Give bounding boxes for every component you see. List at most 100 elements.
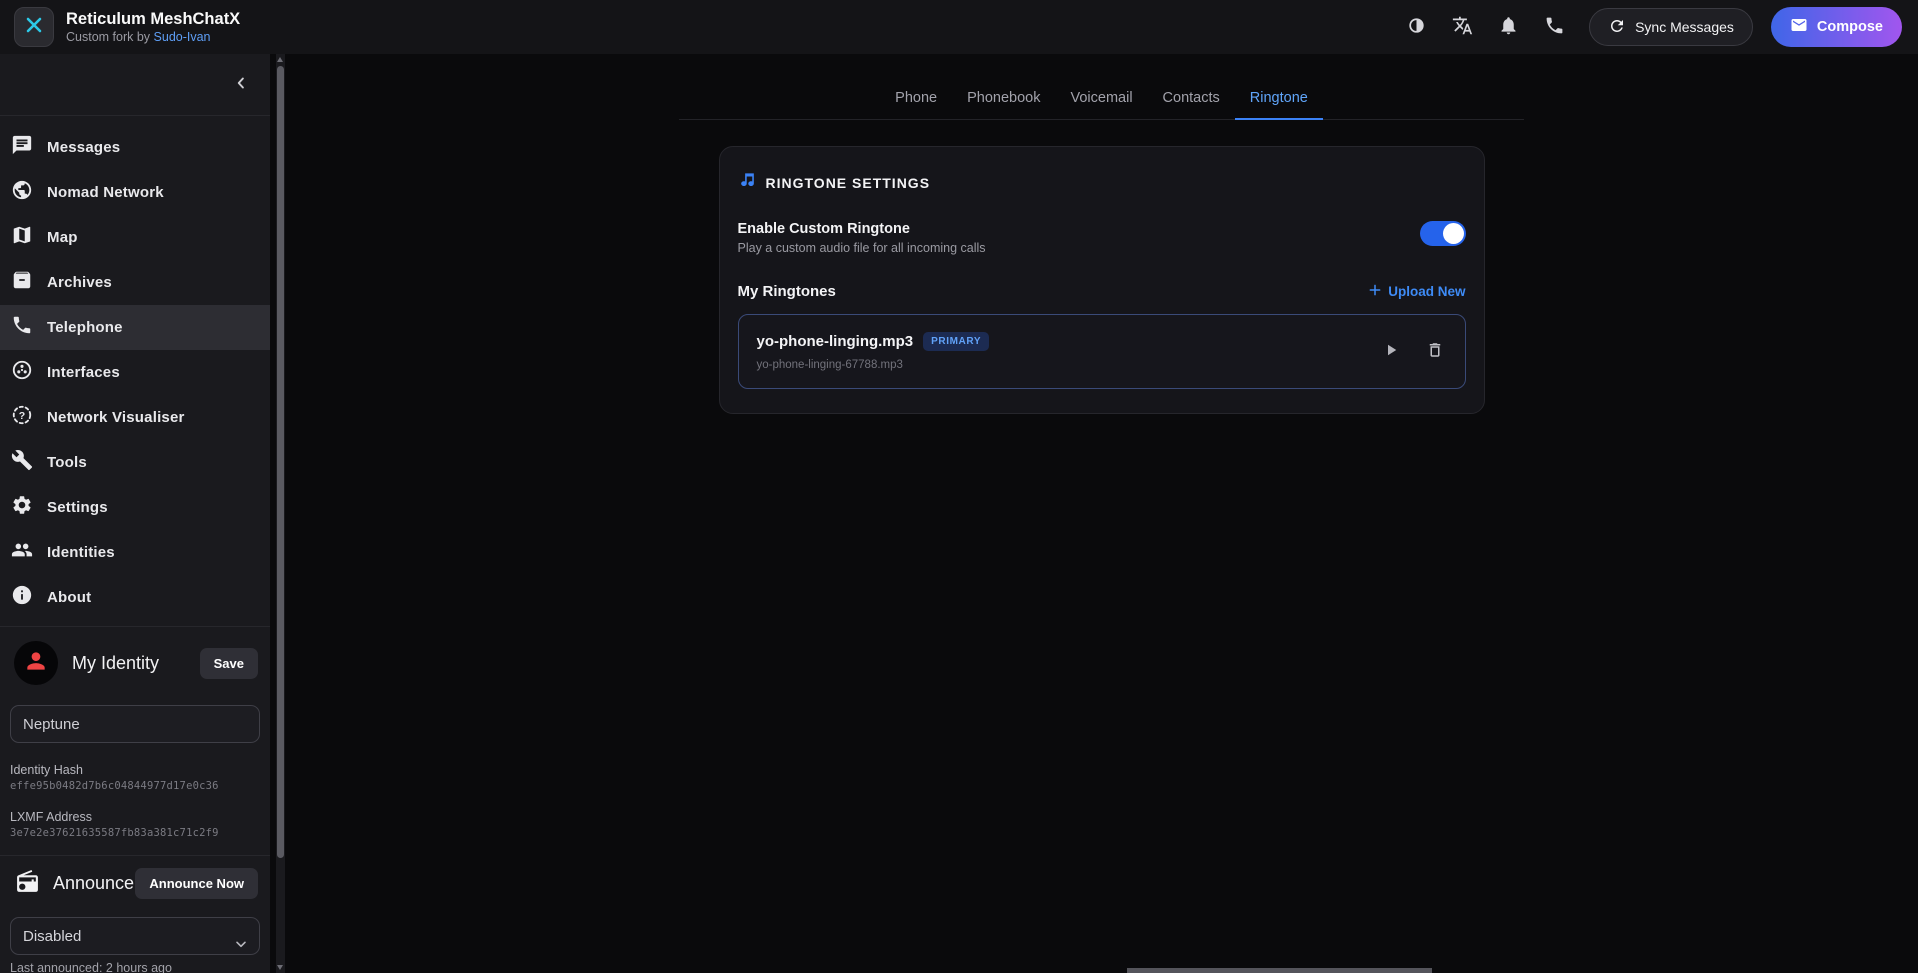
- sync-messages-button[interactable]: Sync Messages: [1589, 8, 1753, 46]
- archive-icon: [11, 269, 33, 296]
- ringtone-settings-card: RINGTONE SETTINGS Enable Custom Ringtone…: [719, 146, 1485, 414]
- phone-icon: [1544, 15, 1565, 39]
- sidebar: Messages Nomad Network Map Archives Tele…: [0, 54, 270, 973]
- lxmf-address-label: LXMF Address: [10, 810, 270, 824]
- notifications-button[interactable]: [1489, 8, 1527, 46]
- app-logo[interactable]: [14, 7, 54, 47]
- x-logo-icon: [24, 15, 44, 40]
- save-button[interactable]: Save: [200, 648, 258, 679]
- announce-interval-select[interactable]: Disabled: [10, 917, 260, 955]
- person-icon: [23, 648, 49, 679]
- bell-icon: [1498, 15, 1519, 39]
- app-subtitle: Custom fork by Sudo-Ivan: [66, 29, 240, 45]
- card-title: RINGTONE SETTINGS: [766, 175, 931, 191]
- music-note-icon: [738, 171, 757, 195]
- sidebar-item-telephone[interactable]: Telephone: [0, 305, 270, 350]
- people-icon: [11, 539, 33, 566]
- identity-section-header: My Identity Save: [0, 641, 270, 685]
- chat-icon: [11, 134, 33, 161]
- radio-icon: [15, 869, 40, 899]
- map-icon: [11, 224, 33, 251]
- sidebar-scrollbar-thumb[interactable]: [277, 66, 284, 858]
- info-icon: [11, 584, 33, 611]
- sidebar-item-messages[interactable]: Messages: [0, 125, 270, 170]
- sync-messages-label: Sync Messages: [1635, 19, 1734, 35]
- app-window: Reticulum MeshChatX Custom fork by Sudo-…: [0, 0, 1918, 973]
- plus-icon: [1368, 283, 1382, 300]
- delete-ringtone-button[interactable]: [1423, 340, 1447, 364]
- sidebar-divider: [0, 626, 270, 627]
- tab-phone[interactable]: Phone: [880, 78, 952, 119]
- scroll-down-arrow-icon[interactable]: [277, 965, 283, 970]
- upload-new-button[interactable]: Upload New: [1368, 283, 1465, 300]
- sidebar-item-label: Map: [47, 229, 78, 246]
- toggle-knob: [1443, 223, 1464, 244]
- tab-phonebook[interactable]: Phonebook: [952, 78, 1055, 119]
- app-title: Reticulum MeshChatX: [66, 9, 240, 29]
- sidebar-item-identities[interactable]: Identities: [0, 530, 270, 575]
- svg-text:?: ?: [19, 410, 25, 422]
- calls-button[interactable]: [1535, 8, 1573, 46]
- author-link[interactable]: Sudo-Ivan: [154, 30, 211, 44]
- language-button[interactable]: [1443, 8, 1481, 46]
- ringtone-name: yo-phone-linging.mp3: [757, 333, 914, 350]
- sidebar-item-settings[interactable]: Settings: [0, 485, 270, 530]
- tab-ringtone[interactable]: Ringtone: [1235, 78, 1323, 119]
- tab-voicemail[interactable]: Voicemail: [1055, 78, 1147, 119]
- play-ringtone-button[interactable]: [1379, 340, 1403, 364]
- translate-icon: [1452, 15, 1473, 39]
- last-announced-text: Last announced: 2 hours ago: [10, 961, 270, 973]
- compose-label: Compose: [1817, 19, 1883, 35]
- identity-hash-label: Identity Hash: [10, 763, 270, 777]
- sidebar-item-map[interactable]: Map: [0, 215, 270, 260]
- identity-section-title: My Identity: [72, 653, 159, 674]
- sidebar-item-label: Telephone: [47, 319, 123, 336]
- sidebar-item-network-visualiser[interactable]: ? Network Visualiser: [0, 395, 270, 440]
- sidebar-item-about[interactable]: About: [0, 575, 270, 620]
- play-icon: [1382, 341, 1400, 362]
- hub-icon: [11, 359, 33, 386]
- compose-button[interactable]: Compose: [1771, 7, 1902, 47]
- sidebar-item-label: Nomad Network: [47, 184, 164, 201]
- upload-new-label: Upload New: [1388, 284, 1465, 299]
- announce-now-button[interactable]: Announce Now: [135, 868, 258, 899]
- sidebar-nav: Messages Nomad Network Map Archives Tele…: [0, 116, 270, 620]
- sidebar-item-label: Archives: [47, 274, 112, 291]
- ringtone-actions: [1379, 340, 1447, 364]
- my-ringtones-title: My Ringtones: [738, 283, 836, 300]
- sidebar-item-label: Identities: [47, 544, 115, 561]
- scroll-up-arrow-icon[interactable]: [277, 57, 283, 62]
- wrench-icon: [11, 449, 33, 476]
- enable-custom-ringtone-toggle[interactable]: [1420, 221, 1466, 246]
- sidebar-item-label: Tools: [47, 454, 87, 471]
- sidebar-item-nomad-network[interactable]: Nomad Network: [0, 170, 270, 215]
- sidebar-divider: [0, 855, 270, 856]
- sidebar-item-interfaces[interactable]: Interfaces: [0, 350, 270, 395]
- header: Reticulum MeshChatX Custom fork by Sudo-…: [0, 0, 1918, 54]
- phone-icon: [11, 314, 33, 341]
- identity-name-input[interactable]: [10, 705, 260, 743]
- ringtone-filename: yo-phone-linging-67788.mp3: [757, 359, 990, 371]
- sidebar-collapse-button[interactable]: [226, 70, 256, 100]
- network-visualiser-icon: ?: [11, 404, 33, 431]
- telephone-tabbar: Phone Phonebook Voicemail Contacts Ringt…: [679, 78, 1524, 120]
- sidebar-item-label: About: [47, 589, 91, 606]
- ringtone-info: yo-phone-linging.mp3 PRIMARY yo-phone-li…: [757, 332, 990, 371]
- gear-icon: [11, 494, 33, 521]
- theme-toggle-button[interactable]: [1397, 8, 1435, 46]
- ringtone-list-item: yo-phone-linging.mp3 PRIMARY yo-phone-li…: [738, 314, 1466, 389]
- header-actions: Sync Messages Compose: [1397, 7, 1902, 47]
- announce-interval-value: Disabled: [23, 928, 81, 945]
- brand-text: Reticulum MeshChatX Custom fork by Sudo-…: [66, 9, 240, 45]
- horizontal-scrollbar-thumb[interactable]: [1127, 968, 1432, 973]
- sidebar-item-tools[interactable]: Tools: [0, 440, 270, 485]
- tab-contacts[interactable]: Contacts: [1148, 78, 1235, 119]
- identity-hash-value: effe95b0482d7b6c04844977d17e0c36: [10, 780, 270, 792]
- sidebar-scrollbar: [276, 54, 285, 973]
- globe-icon: [11, 179, 33, 206]
- refresh-icon: [1608, 17, 1626, 38]
- enable-custom-ringtone-subtitle: Play a custom audio file for all incomin…: [738, 241, 986, 255]
- sidebar-item-archives[interactable]: Archives: [0, 260, 270, 305]
- enable-custom-ringtone-row: Enable Custom Ringtone Play a custom aud…: [738, 221, 1466, 255]
- announce-section-header: Announce Announce Now: [0, 868, 270, 899]
